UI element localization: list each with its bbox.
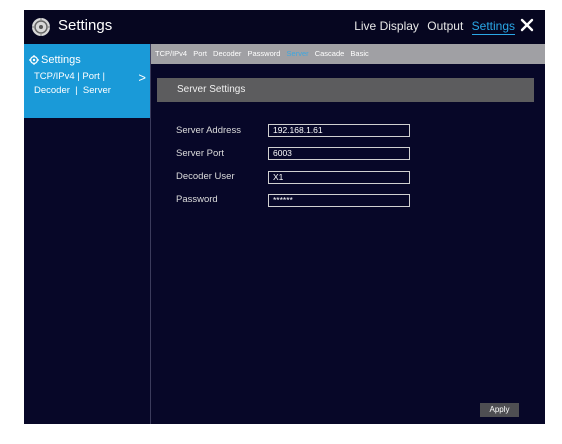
section-title: Server Settings bbox=[177, 84, 246, 95]
tab-basic[interactable]: Basic bbox=[350, 49, 368, 58]
nav-output[interactable]: Output bbox=[427, 19, 463, 33]
title-bar: Settings Live Display Output Settings bbox=[24, 10, 545, 45]
server-address-input[interactable]: 192.168.1.61 bbox=[268, 124, 410, 137]
tab-password[interactable]: Password bbox=[248, 49, 281, 58]
app-title: Settings bbox=[58, 17, 113, 34]
section-header: Server Settings bbox=[157, 78, 534, 102]
server-address-label: Server Address bbox=[176, 125, 241, 136]
settings-window: Settings Live Display Output Settings Se… bbox=[24, 10, 545, 424]
password-label: Password bbox=[176, 194, 218, 205]
tab-tcp-ipv4[interactable]: TCP/IPv4 bbox=[155, 49, 187, 58]
nav-live-display[interactable]: Live Display bbox=[354, 19, 419, 33]
sidebar-item-settings[interactable]: Settings TCP/IPv4 | Port | Decoder | Ser… bbox=[24, 44, 150, 118]
server-port-input[interactable]: 6003 bbox=[268, 147, 410, 160]
sidebar-title: Settings bbox=[41, 54, 81, 66]
tab-port[interactable]: Port bbox=[193, 49, 207, 58]
sidebar-subtitle: TCP/IPv4 | Port | Decoder | Server bbox=[34, 70, 134, 98]
password-input[interactable]: ****** bbox=[268, 194, 410, 207]
decoder-user-input[interactable]: X1 bbox=[268, 171, 410, 184]
tab-cascade[interactable]: Cascade bbox=[315, 49, 345, 58]
chevron-right-icon: > bbox=[138, 70, 146, 85]
apply-button[interactable]: Apply bbox=[480, 403, 519, 417]
sidebar-subtitle-line1: TCP/IPv4 | Port | bbox=[34, 71, 105, 82]
sidebar-subtitle-line2: Decoder | Server bbox=[34, 85, 111, 96]
tab-server[interactable]: Server bbox=[287, 49, 309, 58]
tab-bar: TCP/IPv4 Port Decoder Password Server Ca… bbox=[151, 44, 545, 64]
tab-decoder[interactable]: Decoder bbox=[213, 49, 241, 58]
app-logo-icon bbox=[32, 18, 50, 36]
top-nav: Live Display Output Settings bbox=[349, 19, 515, 35]
gear-icon bbox=[29, 55, 39, 65]
close-icon[interactable] bbox=[519, 17, 535, 33]
sidebar: Settings TCP/IPv4 | Port | Decoder | Ser… bbox=[24, 44, 151, 424]
server-port-label: Server Port bbox=[176, 148, 225, 159]
nav-settings[interactable]: Settings bbox=[471, 19, 515, 35]
decoder-user-label: Decoder User bbox=[176, 171, 235, 182]
